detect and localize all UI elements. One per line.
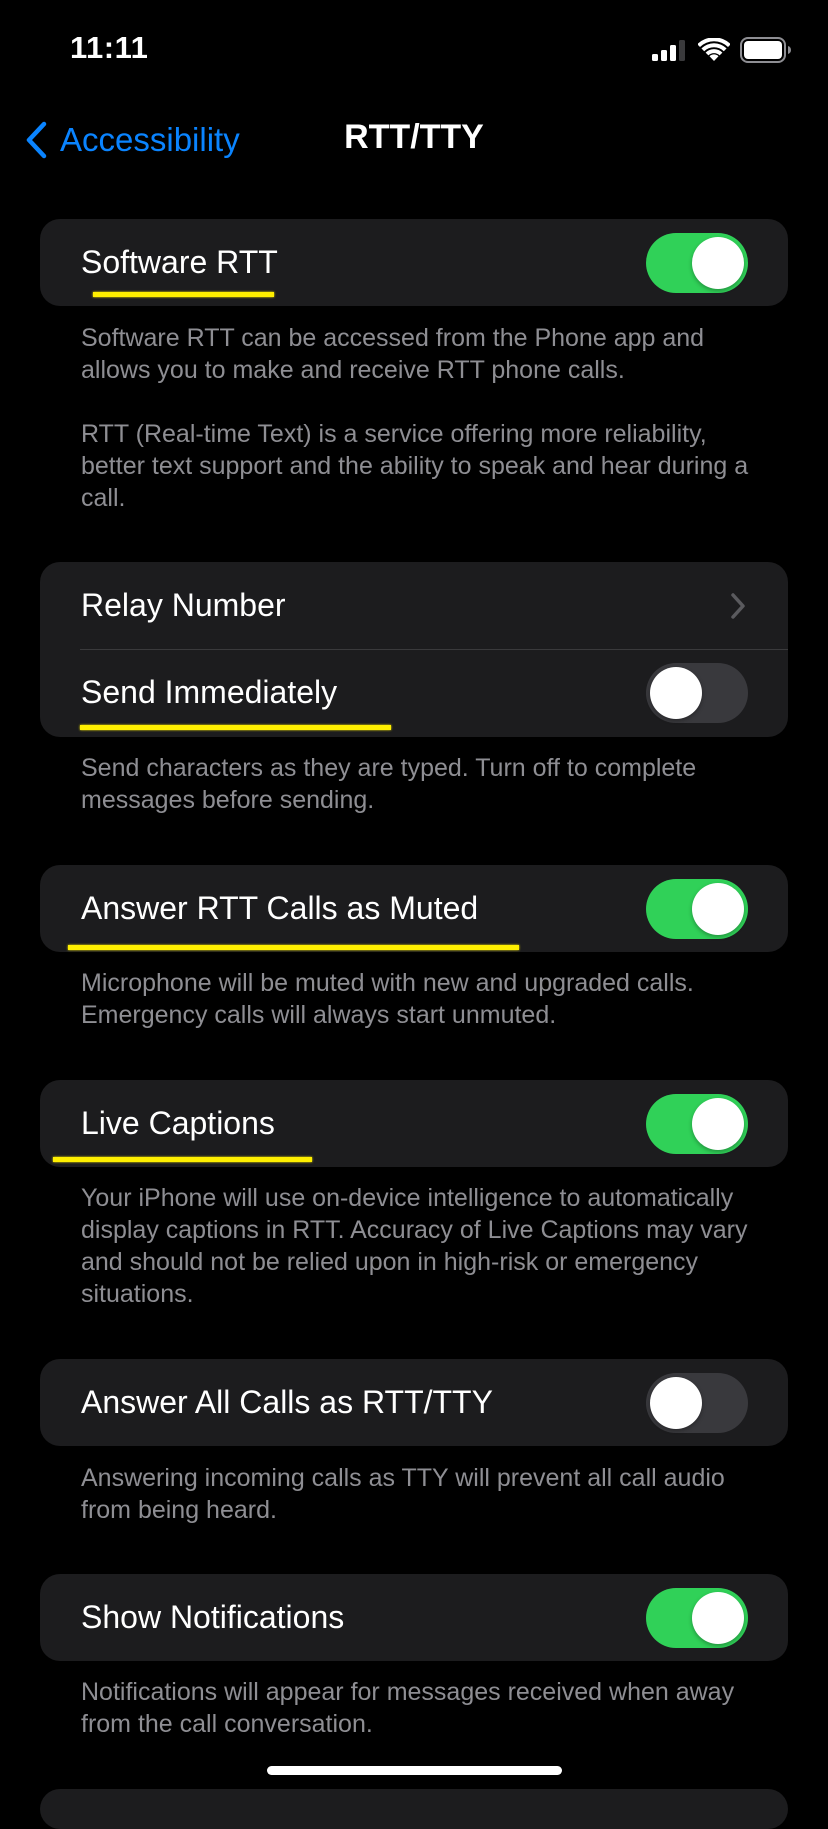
toggle-knob (650, 1376, 702, 1429)
answer-rtt-muted-toggle[interactable] (646, 878, 748, 939)
row-label: Relay Number (81, 587, 286, 623)
row-send-immediately: Send Immediately (40, 649, 788, 736)
row-label: Answer All Calls as RTT/TTY (81, 1384, 493, 1420)
section-footer: Answering incoming calls as TTY will pre… (81, 1462, 761, 1526)
footer-text: Notifications will appear for messages r… (81, 1678, 735, 1738)
chevron-right-icon (731, 592, 745, 619)
battery-icon (740, 37, 791, 63)
highlight-underline (93, 292, 274, 297)
section-relay: Relay Number Send Immediately (40, 562, 788, 737)
row-label: Show Notifications (81, 1599, 345, 1635)
row-answer-rtt-muted: Answer RTT Calls as Muted (40, 865, 788, 952)
toggle-knob (692, 1591, 744, 1644)
footer-text: Send characters as they are typed. Turn … (81, 754, 697, 814)
live-captions-toggle[interactable] (646, 1093, 748, 1154)
row-label: Answer RTT Calls as Muted (81, 890, 479, 926)
highlight-underline (80, 725, 391, 730)
row-label: Live Captions (81, 1105, 275, 1141)
page-title-text: RTT/TTY (344, 118, 484, 156)
section-footer: Notifications will appear for messages r… (81, 1676, 761, 1740)
footer-text: Microphone will be muted with new and up… (81, 969, 694, 1029)
section-footer: Send characters as they are typed. Turn … (81, 752, 761, 816)
footer-text: Software RTT can be accessed from the Ph… (81, 324, 705, 384)
section-footer: Software RTT can be accessed from the Ph… (81, 322, 761, 514)
toggle-knob (692, 1097, 744, 1150)
section-footer: Microphone will be muted with new and up… (81, 967, 761, 1031)
section-live-captions: Live Captions (40, 1080, 788, 1167)
highlight-underline (68, 945, 519, 950)
software-rtt-toggle[interactable] (646, 232, 748, 293)
toggle-knob (692, 236, 744, 289)
section-show-notifications: Show Notifications (40, 1574, 788, 1661)
send-immediately-toggle[interactable] (646, 662, 748, 723)
wifi-icon (698, 38, 730, 61)
row-label: Send Immediately (81, 674, 338, 710)
page-title: RTT/TTY (0, 118, 828, 157)
section-footer: Your iPhone will use on-device intellige… (81, 1182, 761, 1310)
section-next-partial (40, 1789, 788, 1829)
footer-text: Answering incoming calls as TTY will pre… (81, 1464, 725, 1524)
footer-text: RTT (Real-time Text) is a service offeri… (81, 420, 749, 512)
row-live-captions: Live Captions (40, 1080, 788, 1167)
row-show-notifications: Show Notifications (40, 1574, 788, 1661)
row-label: Software RTT (81, 244, 278, 280)
status-time: 11:11 (70, 30, 149, 65)
show-notifications-toggle[interactable] (646, 1587, 748, 1648)
section-answer-muted: Answer RTT Calls as Muted (40, 865, 788, 952)
footer-text: Your iPhone will use on-device intellige… (81, 1184, 748, 1308)
highlight-underline (53, 1157, 312, 1162)
cellular-signal-icon (652, 40, 685, 61)
toggle-knob (692, 882, 744, 935)
toggle-knob (650, 666, 702, 719)
row-answer-all-rtt-tty: Answer All Calls as RTT/TTY (40, 1359, 788, 1446)
status-icons (652, 36, 792, 64)
row-relay-number[interactable]: Relay Number (40, 562, 788, 649)
answer-all-rtt-tty-toggle[interactable] (646, 1372, 748, 1433)
home-indicator[interactable] (267, 1766, 562, 1775)
section-answer-all: Answer All Calls as RTT/TTY (40, 1359, 788, 1446)
